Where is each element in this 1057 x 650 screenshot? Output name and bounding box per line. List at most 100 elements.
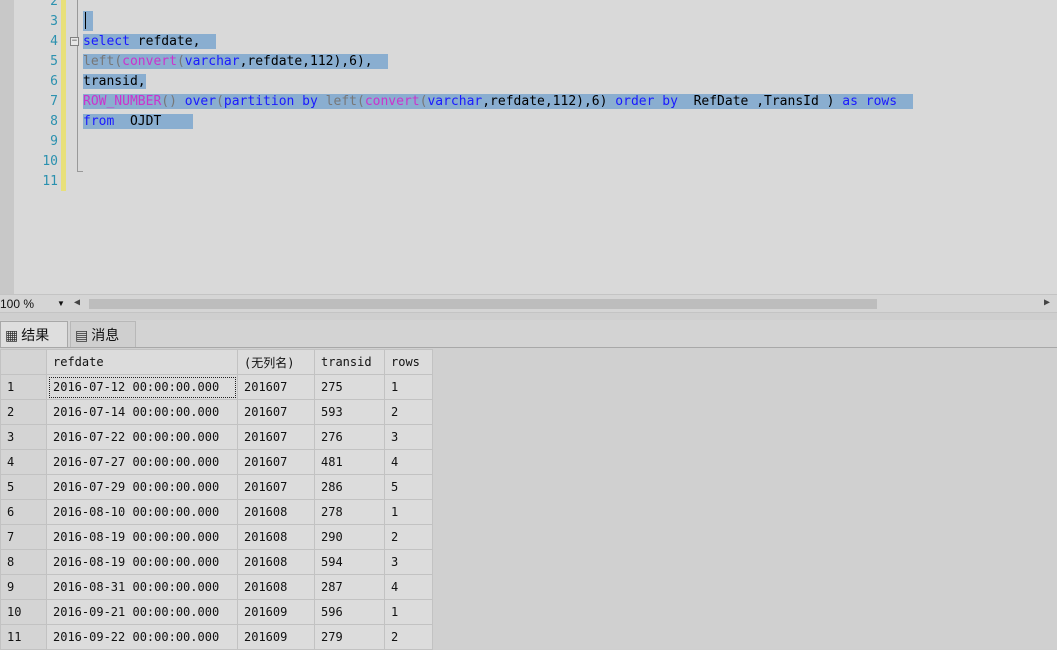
code-line-6: transid, — [83, 74, 146, 89]
zoom-dropdown[interactable]: 100 % ▼ — [0, 296, 68, 312]
sql-editor[interactable]: 2 3 4 5 6 7 8 9 10 11 − select refdate, … — [0, 0, 1057, 294]
result-tabs: ▦ 结果 ▤ 消息 — [0, 320, 1057, 348]
table-cell[interactable]: 594 — [314, 549, 385, 575]
code-line-7: ROW_NUMBER() over(partition by left(conv… — [83, 92, 913, 112]
table-cell[interactable]: 201607 — [237, 374, 315, 400]
table-cell[interactable]: 2016-09-22 00:00:00.000 — [46, 624, 238, 650]
table-cell[interactable]: 201609 — [237, 599, 315, 625]
table-row[interactable]: 6 2016-08-10 00:00:00.000 201608 278 1 — [0, 499, 433, 525]
editor-left-margin — [0, 0, 14, 294]
row-number[interactable]: 10 — [0, 599, 47, 625]
messages-icon: ▤ — [75, 327, 89, 343]
table-cell[interactable]: 2016-07-27 00:00:00.000 — [46, 449, 238, 475]
row-number[interactable]: 2 — [0, 399, 47, 425]
grid-corner[interactable] — [0, 349, 47, 375]
code-line-4: select refdate, — [83, 32, 217, 52]
zoom-value: 100 % — [0, 297, 35, 311]
line-number: 4 — [50, 34, 58, 49]
code-line-8: from OJDT — [83, 112, 193, 132]
row-number[interactable]: 3 — [0, 424, 47, 450]
row-number[interactable]: 8 — [0, 549, 47, 575]
table-cell[interactable]: 3 — [384, 424, 433, 450]
outline-line — [77, 0, 78, 37]
table-cell[interactable]: 201608 — [237, 499, 315, 525]
table-cell[interactable]: 201607 — [237, 449, 315, 475]
results-table: refdate (无列名) transid rows 1 2016-07-12 0… — [0, 349, 433, 650]
table-cell[interactable]: 4 — [384, 449, 433, 475]
column-header[interactable]: rows — [384, 349, 433, 375]
table-cell[interactable]: 481 — [314, 449, 385, 475]
table-row[interactable]: 1 2016-07-12 00:00:00.000 201607 275 1 — [0, 374, 433, 400]
table-cell[interactable]: 201608 — [237, 549, 315, 575]
code-line-5: left(convert(varchar,refdate,112),6), — [83, 52, 389, 72]
grid-icon: ▦ — [5, 327, 19, 343]
table-cell[interactable]: 596 — [314, 599, 385, 625]
table-cell[interactable]: 201609 — [237, 624, 315, 650]
table-row[interactable]: 3 2016-07-22 00:00:00.000 201607 276 3 — [0, 424, 433, 450]
table-row[interactable]: 10 2016-09-21 00:00:00.000 201609 596 1 — [0, 599, 433, 625]
table-cell[interactable]: 2016-07-14 00:00:00.000 — [46, 399, 238, 425]
row-number[interactable]: 11 — [0, 624, 47, 650]
table-cell[interactable]: 5 — [384, 474, 433, 500]
table-cell[interactable]: 2016-08-10 00:00:00.000 — [46, 499, 238, 525]
collapse-icon[interactable]: − — [70, 37, 79, 46]
column-header[interactable]: refdate — [46, 349, 238, 375]
row-number[interactable]: 6 — [0, 499, 47, 525]
table-row[interactable]: 4 2016-07-27 00:00:00.000 201607 481 4 — [0, 449, 433, 475]
column-header[interactable]: transid — [314, 349, 385, 375]
table-cell[interactable]: 2016-07-29 00:00:00.000 — [46, 474, 238, 500]
table-cell[interactable]: 278 — [314, 499, 385, 525]
table-cell[interactable]: 4 — [384, 574, 433, 600]
tab-results[interactable]: ▦ 结果 — [0, 321, 68, 347]
table-cell[interactable]: 1 — [384, 374, 433, 400]
scroll-right-icon[interactable]: ▶ — [1044, 297, 1050, 308]
table-cell[interactable]: 287 — [314, 574, 385, 600]
table-cell[interactable]: 2016-07-12 00:00:00.000 — [46, 374, 238, 400]
table-cell[interactable]: 286 — [314, 474, 385, 500]
line-number: 5 — [50, 54, 58, 69]
table-row[interactable]: 8 2016-08-19 00:00:00.000 201608 594 3 — [0, 549, 433, 575]
table-cell[interactable]: 1 — [384, 599, 433, 625]
line-number: 6 — [50, 74, 58, 89]
horizontal-scrollbar-thumb[interactable] — [89, 299, 877, 309]
table-cell[interactable]: 2 — [384, 399, 433, 425]
table-row[interactable]: 7 2016-08-19 00:00:00.000 201608 290 2 — [0, 524, 433, 550]
line-number: 8 — [50, 114, 58, 129]
table-cell[interactable]: 279 — [314, 624, 385, 650]
table-cell[interactable]: 2016-08-31 00:00:00.000 — [46, 574, 238, 600]
table-cell[interactable]: 201607 — [237, 474, 315, 500]
table-cell[interactable]: 593 — [314, 399, 385, 425]
row-number[interactable]: 4 — [0, 449, 47, 475]
table-cell[interactable]: 2016-08-19 00:00:00.000 — [46, 524, 238, 550]
row-number[interactable]: 5 — [0, 474, 47, 500]
table-row[interactable]: 9 2016-08-31 00:00:00.000 201608 287 4 — [0, 574, 433, 600]
table-cell[interactable]: 275 — [314, 374, 385, 400]
table-row[interactable]: 2 2016-07-14 00:00:00.000 201607 593 2 — [0, 399, 433, 425]
tab-messages[interactable]: ▤ 消息 — [70, 321, 136, 347]
table-cell[interactable]: 290 — [314, 524, 385, 550]
table-cell[interactable]: 201607 — [237, 399, 315, 425]
row-number[interactable]: 7 — [0, 524, 47, 550]
results-grid[interactable]: refdate (无列名) transid rows 1 2016-07-12 0… — [0, 348, 1057, 650]
table-cell[interactable]: 276 — [314, 424, 385, 450]
line-number: 7 — [50, 94, 58, 109]
scroll-left-icon[interactable]: ◀ — [74, 297, 80, 308]
text-cursor — [85, 12, 86, 29]
row-number[interactable]: 1 — [0, 374, 47, 400]
table-row[interactable]: 5 2016-07-29 00:00:00.000 201607 286 5 — [0, 474, 433, 500]
table-row[interactable]: 11 2016-09-22 00:00:00.000 201609 279 2 — [0, 624, 433, 650]
dropdown-arrow-icon[interactable]: ▼ — [57, 296, 65, 312]
table-cell[interactable]: 2016-09-21 00:00:00.000 — [46, 599, 238, 625]
table-cell[interactable]: 201608 — [237, 574, 315, 600]
outline-line — [77, 46, 78, 172]
table-cell[interactable]: 3 — [384, 549, 433, 575]
row-number[interactable]: 9 — [0, 574, 47, 600]
table-cell[interactable]: 2 — [384, 524, 433, 550]
table-cell[interactable]: 2016-07-22 00:00:00.000 — [46, 424, 238, 450]
table-cell[interactable]: 201607 — [237, 424, 315, 450]
table-cell[interactable]: 2 — [384, 624, 433, 650]
table-cell[interactable]: 1 — [384, 499, 433, 525]
column-header[interactable]: (无列名) — [237, 349, 315, 375]
table-cell[interactable]: 2016-08-19 00:00:00.000 — [46, 549, 238, 575]
table-cell[interactable]: 201608 — [237, 524, 315, 550]
